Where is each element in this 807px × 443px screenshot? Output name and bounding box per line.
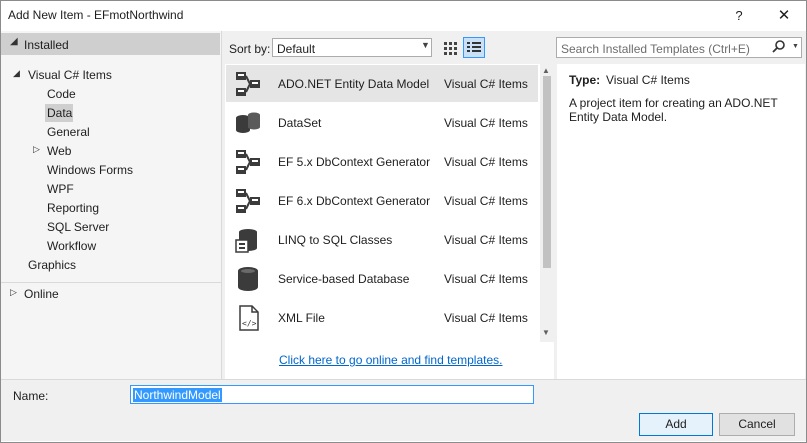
add-button[interactable]: Add [639, 413, 713, 436]
template-description: A project item for creating an ADO.NET E… [569, 96, 778, 124]
cancel-button[interactable]: Cancel [719, 413, 795, 436]
template-category: Visual C# Items [444, 116, 528, 130]
small-icons-view-button[interactable] [440, 38, 460, 58]
type-value: Visual C# Items [606, 73, 690, 87]
details-view-button[interactable] [463, 37, 485, 58]
sort-by-label: Sort by: [229, 42, 271, 56]
tree-item-windows-forms[interactable]: Windows Forms [47, 163, 133, 177]
dataset-icon [234, 109, 262, 137]
tree-item-web[interactable]: Web [47, 144, 71, 158]
template-category: Visual C# Items [444, 311, 528, 325]
scrollbar-thumb[interactable] [543, 76, 551, 268]
close-button[interactable]: ✕ [762, 1, 806, 31]
template-category: Visual C# Items [444, 272, 528, 286]
expand-arrow-icon[interactable]: ▷ [33, 144, 40, 155]
template-category: Visual C# Items [444, 77, 528, 91]
template-name: DataSet [278, 116, 322, 130]
tree-item-online[interactable]: Online [24, 287, 59, 301]
template-row[interactable]: </> XML File Visual C# Items [226, 299, 538, 336]
template-row[interactable]: EF 6.x DbContext Generator Visual C# Item… [226, 182, 538, 219]
template-category: Visual C# Items [444, 233, 528, 247]
template-row[interactable]: Service-based Database Visual C# Items [226, 260, 538, 297]
scroll-down-arrow-icon[interactable]: ▼ [542, 328, 550, 337]
linq-classes-icon [234, 226, 262, 254]
online-templates-link[interactable]: Click here to go online and find templat… [279, 353, 502, 367]
template-category: Visual C# Items [444, 194, 528, 208]
tree-item-data[interactable]: Data [47, 106, 72, 120]
tree-item-wpf[interactable]: WPF [47, 182, 74, 196]
template-name: Service-based Database [278, 272, 410, 286]
database-icon [234, 265, 262, 293]
expand-arrow-icon[interactable]: ▷ [10, 287, 17, 298]
tree-item-graphics[interactable]: Graphics [28, 258, 76, 272]
template-name: ADO.NET Entity Data Model [278, 77, 430, 91]
sort-dropdown-value: Default [277, 42, 316, 56]
window-title: Add New Item - EFmotNorthwind [8, 8, 184, 22]
template-row[interactable]: ADO.NET Entity Data Model Visual C# Items [226, 65, 538, 102]
template-row[interactable]: LINQ to SQL Classes Visual C# Items [226, 221, 538, 258]
name-input-value[interactable]: NorthwindModel [133, 388, 222, 402]
chevron-down-icon[interactable]: ▼ [421, 40, 430, 50]
chevron-down-icon[interactable]: ▼ [792, 43, 799, 50]
template-row[interactable]: EF 5.x DbContext Generator Visual C# Item… [226, 143, 538, 180]
entity-model-icon [234, 70, 262, 98]
search-icon[interactable] [772, 39, 786, 56]
template-name: EF 5.x DbContext Generator [278, 155, 431, 169]
grid-view-icon [444, 42, 457, 55]
template-name: XML File [278, 311, 325, 325]
tree-item-workflow[interactable]: Workflow [47, 239, 96, 253]
collapse-arrow-icon[interactable]: ◢ [10, 36, 18, 47]
template-category: Visual C# Items [444, 155, 528, 169]
tree-item-visual-cs-items[interactable]: Visual C# Items [28, 68, 112, 82]
xml-file-icon: </> [234, 304, 262, 332]
tree-divider [1, 282, 221, 283]
tree-item-reporting[interactable]: Reporting [47, 201, 99, 215]
entity-model-icon [234, 148, 262, 176]
search-input[interactable]: Search Installed Templates (Ctrl+E) [561, 42, 750, 56]
tree-item-code[interactable]: Code [47, 87, 76, 101]
type-label: Type: [569, 73, 601, 87]
help-button[interactable]: ? [716, 1, 762, 31]
tree-item-general[interactable]: General [47, 125, 90, 139]
svg-text:</>: </> [242, 319, 257, 328]
tree-item-sql-server[interactable]: SQL Server [47, 220, 109, 234]
template-name: LINQ to SQL Classes [278, 233, 393, 247]
expand-arrow-icon[interactable]: ◢ [13, 68, 20, 79]
installed-label: Installed [24, 38, 69, 52]
list-view-icon [467, 42, 481, 52]
name-label: Name: [13, 389, 49, 403]
category-tree [1, 31, 222, 379]
template-name: EF 6.x DbContext Generator [278, 194, 431, 208]
entity-model-icon [234, 187, 262, 215]
scroll-up-arrow-icon[interactable]: ▲ [542, 66, 550, 75]
template-row[interactable]: DataSet Visual C# Items [226, 104, 538, 141]
